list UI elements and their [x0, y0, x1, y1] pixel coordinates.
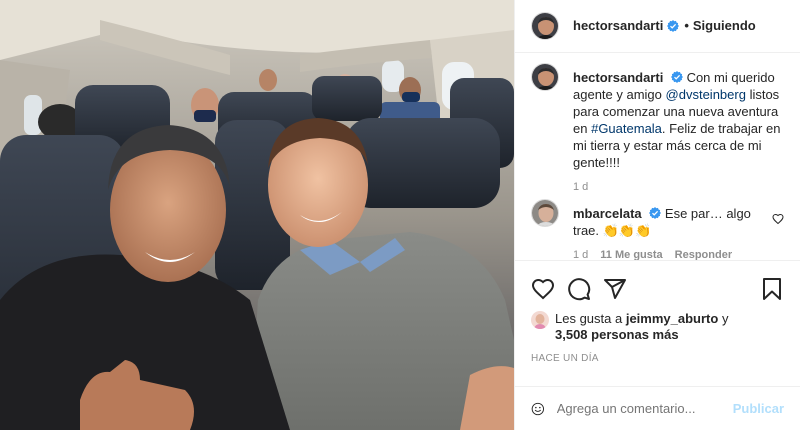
post-photo[interactable]: [0, 0, 514, 430]
likes-prefix: Les gusta a: [555, 310, 623, 326]
comment-icon[interactable]: [567, 277, 591, 301]
hashtag-link[interactable]: #Guatemala: [591, 121, 662, 136]
post-side-panel: hectorsandarti • Siguiendo hectorsandart…: [514, 0, 800, 430]
comment-time[interactable]: 1 d: [573, 249, 588, 260]
caption-avatar[interactable]: [531, 62, 559, 91]
caption-text: hectorsandarti Con mi querido agente y a…: [573, 69, 784, 171]
caption-time[interactable]: 1 d: [573, 181, 588, 193]
following-button[interactable]: Siguiendo: [693, 18, 756, 33]
likes-summary: Les gusta a jeimmy_aburto y 3,508 person…: [531, 310, 784, 343]
liker-username[interactable]: jeimmy_aburto: [626, 311, 718, 326]
post-actions: Les gusta a jeimmy_aburto y 3,508 person…: [515, 259, 800, 386]
author-avatar[interactable]: [531, 11, 559, 40]
caption-username[interactable]: hectorsandarti: [573, 70, 663, 85]
comment-input[interactable]: [556, 401, 733, 417]
liker-avatar[interactable]: [531, 310, 549, 329]
comment-meta: 1 d 11 Me gusta Responder: [573, 249, 764, 260]
bookmark-icon[interactable]: [760, 277, 784, 301]
header-separator: •: [684, 18, 689, 34]
comment-like-heart-icon[interactable]: [772, 213, 784, 225]
action-icons: [531, 269, 784, 309]
share-icon[interactable]: [603, 277, 627, 301]
comment-item: mbarcelata Ese par… algo trae. 👏👏👏 1 d 1…: [531, 198, 784, 260]
verified-icon: [670, 70, 683, 83]
airplane-selfie-image: [0, 0, 514, 430]
author-username[interactable]: hectorsandarti: [573, 18, 663, 33]
avatar-image: [532, 199, 558, 226]
likes-text: Les gusta a jeimmy_aburto y 3,508 person…: [555, 311, 728, 343]
mention-link[interactable]: @dvsteinberg: [666, 87, 746, 102]
instagram-post: hectorsandarti • Siguiendo hectorsandart…: [0, 0, 800, 430]
heart-icon[interactable]: [531, 277, 555, 301]
publish-button[interactable]: Publicar: [733, 401, 784, 416]
commenter-avatar[interactable]: [531, 198, 559, 227]
avatar-image: [532, 12, 558, 39]
comment-likes[interactable]: 11 Me gusta: [600, 249, 662, 260]
caption-meta: 1 d: [573, 181, 784, 193]
emoji-icon[interactable]: [531, 397, 545, 421]
likes-conjunction: y: [721, 310, 729, 326]
post-header: hectorsandarti • Siguiendo: [515, 0, 800, 53]
comment-body: mbarcelata Ese par… algo trae. 👏👏👏 1 d 1…: [573, 205, 784, 260]
verified-icon: [667, 19, 680, 32]
caption-body: hectorsandarti Con mi querido agente y a…: [573, 69, 784, 193]
comment-text: mbarcelata Ese par… algo trae. 👏👏👏: [573, 205, 764, 239]
verified-icon: [649, 206, 662, 219]
reply-button[interactable]: Responder: [675, 249, 732, 260]
commenter-username[interactable]: mbarcelata: [573, 206, 642, 221]
caption-comment: hectorsandarti Con mi querido agente y a…: [531, 62, 784, 193]
others-likes-link[interactable]: 3,508 personas más: [555, 327, 679, 342]
avatar-image: [532, 63, 558, 90]
add-comment-bar: Publicar: [515, 386, 800, 430]
post-date[interactable]: HACE UN DÍA: [531, 353, 784, 364]
avatar-image: [531, 310, 549, 329]
comments-area: hectorsandarti Con mi querido agente y a…: [515, 53, 800, 260]
